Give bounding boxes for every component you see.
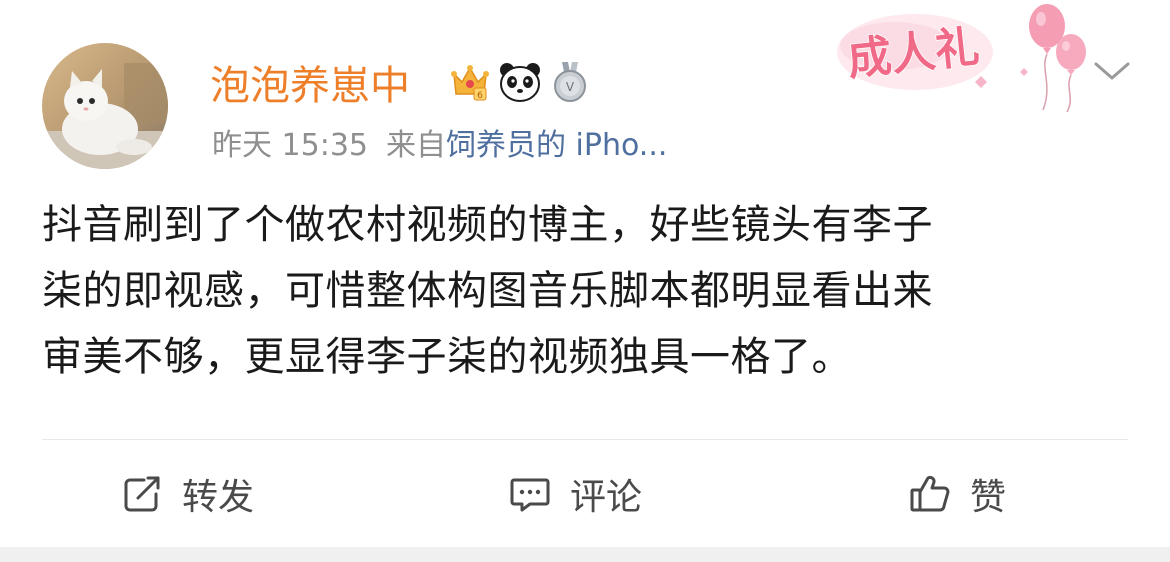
user-badges: 6 V bbox=[448, 60, 592, 104]
comment-button[interactable]: 评论 bbox=[508, 465, 642, 523]
comment-label: 评论 bbox=[570, 477, 643, 518]
medal-icon[interactable]: V bbox=[548, 60, 592, 104]
source-prefix: 来自 bbox=[386, 128, 446, 163]
like-label: 赞 bbox=[970, 477, 1007, 518]
balloon-decoration-icon: 成人礼 bbox=[837, 4, 1086, 113]
like-button[interactable]: 赞 bbox=[908, 465, 1006, 523]
source-link[interactable]: 饲养员的 iPho... bbox=[446, 128, 667, 163]
repost-label: 转发 bbox=[182, 477, 255, 518]
thumbs-up-icon bbox=[910, 475, 950, 512]
svg-text:6: 6 bbox=[477, 91, 483, 101]
svg-text:V: V bbox=[566, 80, 575, 94]
avatar[interactable] bbox=[42, 43, 168, 169]
crown-vip-icon[interactable]: 6 bbox=[448, 60, 492, 104]
comment-icon bbox=[510, 478, 550, 512]
panda-icon[interactable] bbox=[498, 60, 542, 104]
avatar-cat-image bbox=[42, 43, 168, 169]
repost-button[interactable]: 转发 bbox=[120, 465, 254, 523]
card-separator bbox=[0, 547, 1170, 562]
username[interactable]: 泡泡养崽中 bbox=[210, 58, 410, 114]
post-meta: 昨天 15:35 来自饲养员的 iPho... bbox=[212, 124, 667, 168]
repost-icon bbox=[124, 476, 160, 512]
post-content: 抖音刷到了个做农村视频的博主，好些镜头有李子 柒的即视感，可惜整体构图音乐脚本都… bbox=[42, 202, 933, 380]
timestamp: 昨天 15:35 bbox=[212, 128, 368, 163]
chevron-down-icon[interactable] bbox=[1090, 54, 1134, 88]
decoration-card-skin: 成人礼 bbox=[835, 0, 1095, 125]
weibo-post-card: 泡泡养崽中 6 V 昨天 15:35 来自饲养员的 iPho... 成人礼 抖音… bbox=[0, 0, 1170, 562]
divider bbox=[42, 439, 1128, 440]
